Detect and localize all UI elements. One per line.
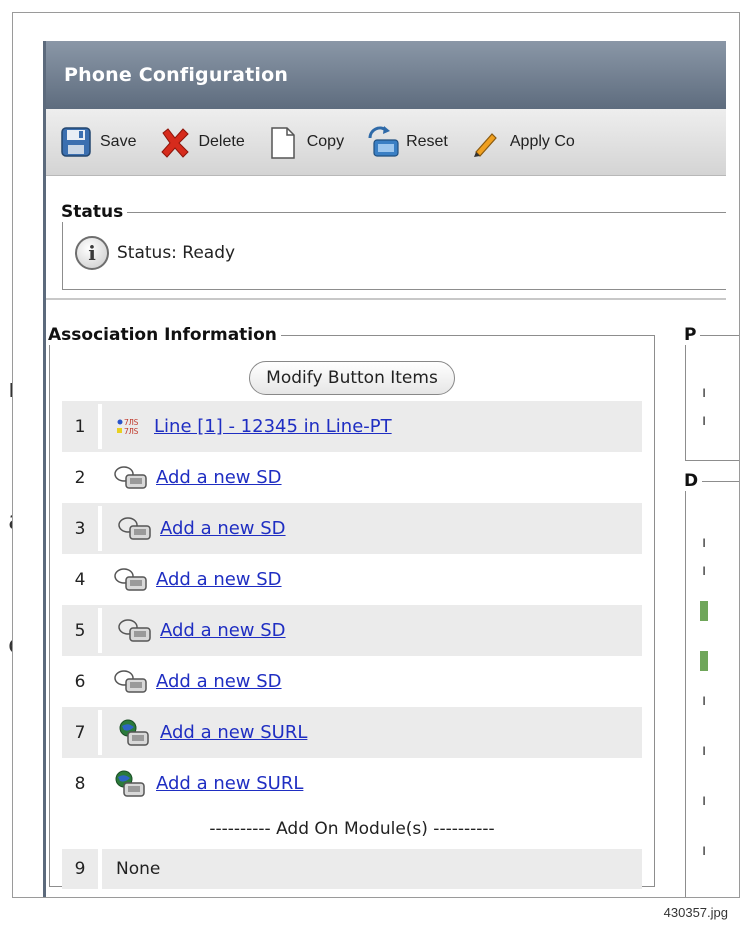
apply-config-label: Apply Co — [509, 133, 575, 150]
association-row-1: 1 7ЛS 7ЛS Line [1] - 12345 in Line-PT — [62, 401, 642, 452]
reset-button[interactable]: Reset — [366, 126, 448, 158]
row-cell: Add a new SD — [98, 608, 642, 653]
row-number: 7 — [74, 722, 86, 743]
svg-text:7ЛS: 7ЛS — [124, 427, 139, 436]
delete-button[interactable]: Delete — [158, 126, 245, 158]
add-new-sd-link[interactable]: Add a new SD — [156, 569, 282, 590]
row-cell: Add a new SURL — [98, 761, 642, 806]
speed-dial-phone-icon — [112, 464, 152, 492]
truncated-text: ı — [702, 411, 707, 429]
add-new-sd-link[interactable]: Add a new SD — [156, 671, 282, 692]
truncated-text: ı — [702, 841, 707, 859]
image-caption: 430357.jpg — [663, 905, 728, 920]
row-cell: Add a new SD — [98, 455, 642, 500]
truncated-text: ı — [702, 383, 707, 401]
line-icon: 7ЛS 7ЛS — [116, 414, 150, 440]
copy-document-icon — [267, 126, 299, 159]
speed-dial-phone-icon — [116, 617, 156, 645]
speed-dial-phone-icon — [112, 566, 152, 594]
row-cell: Add a new SD — [98, 506, 642, 551]
side-legend-2: D — [684, 471, 699, 491]
globe-phone-icon — [112, 769, 152, 799]
truncated-text: ı — [702, 561, 707, 579]
side-panel-fieldset-2: D ı ı ı ı ı ı — [684, 471, 739, 897]
association-row-2: 2 Add a new SD — [62, 452, 642, 503]
copy-label: Copy — [306, 133, 345, 150]
add-new-sd-link[interactable]: Add a new SD — [160, 518, 286, 539]
row-cell: Add a new SURL — [98, 710, 642, 755]
save-label: Save — [100, 133, 137, 150]
reset-phone-icon — [366, 126, 399, 158]
status-section: Status i Status: Ready — [46, 176, 726, 300]
row-cell: Add a new SD — [98, 557, 642, 602]
status-legend: Status — [61, 202, 124, 222]
add-new-surl-link[interactable]: Add a new SURL — [156, 773, 303, 794]
toolbar: Save Delete Copy Reset Apply Co — [46, 109, 726, 176]
red-x-icon — [158, 126, 190, 158]
save-button[interactable]: Save — [60, 126, 136, 158]
status-fieldset: Status i Status: Ready — [61, 202, 726, 290]
row-number: 6 — [74, 671, 86, 692]
row-number: 2 — [74, 467, 86, 488]
association-row-3: 3 Add a new SD — [62, 503, 642, 554]
title-bar: Phone Configuration — [46, 41, 726, 109]
add-new-surl-link[interactable]: Add a new SURL — [160, 722, 307, 743]
floppy-disk-icon — [60, 126, 92, 158]
truncated-text: ı — [702, 741, 707, 759]
screenshot-frame: Phone Configuration Save Delete Copy Res… — [12, 12, 740, 898]
association-row-6: 6 Add a new SD — [62, 656, 642, 707]
row-cell: Add a new SD — [98, 659, 642, 704]
row-number: 8 — [74, 773, 86, 794]
pencil-icon — [470, 126, 502, 158]
line-1-link[interactable]: Line [1] - 12345 in Line-PT — [154, 416, 392, 437]
association-row-5: 5 Add a new SD — [62, 605, 642, 656]
association-information-fieldset: Association Information Modify Button It… — [48, 325, 655, 892]
row-number: 1 — [74, 416, 86, 437]
add-new-sd-link[interactable]: Add a new SD — [160, 620, 286, 641]
row-cell: None — [98, 846, 642, 892]
association-row-9: 9 None — [62, 846, 642, 892]
association-row-4: 4 Add a new SD — [62, 554, 642, 605]
association-legend: Association Information — [48, 325, 277, 345]
row-number: 3 — [74, 518, 86, 539]
association-body: Modify Button Items 1 7ЛS 7ЛS Line [1] -… — [62, 361, 642, 892]
row-9-value: None — [116, 859, 161, 879]
copy-button[interactable]: Copy — [267, 126, 345, 159]
truncated-text: ı — [702, 533, 707, 551]
add-new-sd-link[interactable]: Add a new SD — [156, 467, 282, 488]
green-indicator — [700, 601, 708, 621]
side-panel-fieldset-1: P ı ı — [684, 325, 739, 461]
status-row: i Status: Ready — [75, 236, 726, 270]
speed-dial-phone-icon — [116, 515, 156, 543]
delete-label: Delete — [198, 133, 245, 150]
apply-config-button[interactable]: Apply Co — [470, 126, 575, 158]
globe-phone-icon — [116, 718, 156, 748]
truncated-text: ı — [702, 791, 707, 809]
add-on-module-separator: ---------- Add On Module(s) ---------- — [209, 819, 495, 839]
association-row-8: 8 Add a new SURL — [62, 758, 642, 809]
truncated-text: ı — [702, 691, 707, 709]
row-number: 9 — [74, 859, 86, 879]
speed-dial-phone-icon — [112, 668, 152, 696]
svg-text:7ЛS: 7ЛS — [124, 418, 139, 427]
page-title: Phone Configuration — [64, 64, 289, 86]
green-indicator — [700, 651, 708, 671]
status-text: Status: Ready — [117, 243, 236, 263]
info-icon: i — [75, 236, 109, 270]
row-cell: 7ЛS 7ЛS Line [1] - 12345 in Line-PT — [98, 404, 642, 449]
row-number: 4 — [74, 569, 86, 590]
row-number: 5 — [74, 620, 86, 641]
association-row-7: 7 Add a new SURL — [62, 707, 642, 758]
modify-button-items-button[interactable]: Modify Button Items — [249, 361, 455, 395]
reset-label: Reset — [406, 133, 448, 150]
side-legend-1: P — [684, 325, 697, 345]
